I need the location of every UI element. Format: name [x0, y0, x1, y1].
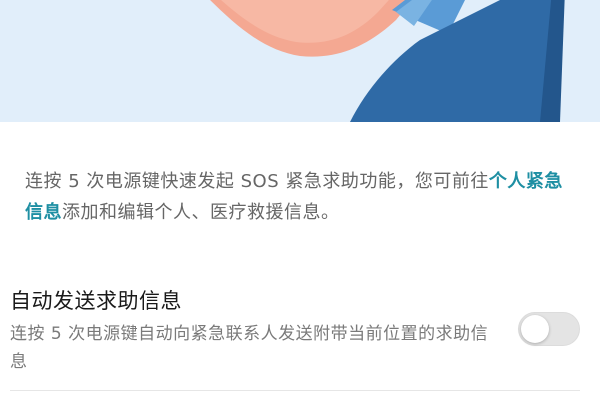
description-text: 连按 5 次电源键快速发起 SOS 紧急求助功能，您可前往 [25, 171, 489, 192]
divider [10, 390, 580, 391]
hero-illustration [0, 0, 600, 122]
auto-send-toggle[interactable] [518, 312, 580, 346]
setting-title: 自动发送求助信息 [10, 289, 182, 313]
sos-description: 连按 5 次电源键快速发起 SOS 紧急求助功能，您可前往个人紧急信息添加和编辑… [25, 166, 575, 228]
toggle-knob [521, 315, 549, 343]
auto-send-setting-row[interactable]: 自动发送求助信息 连按 5 次电源键自动向紧急联系人发送附带当前位置的求助信息 [0, 282, 600, 392]
description-text-tail: 添加和编辑个人、医疗救援信息。 [62, 202, 340, 223]
hand-with-wrist-icon [210, 0, 565, 122]
setting-subtitle: 连按 5 次电源键自动向紧急联系人发送附带当前位置的求助信息 [10, 324, 489, 372]
